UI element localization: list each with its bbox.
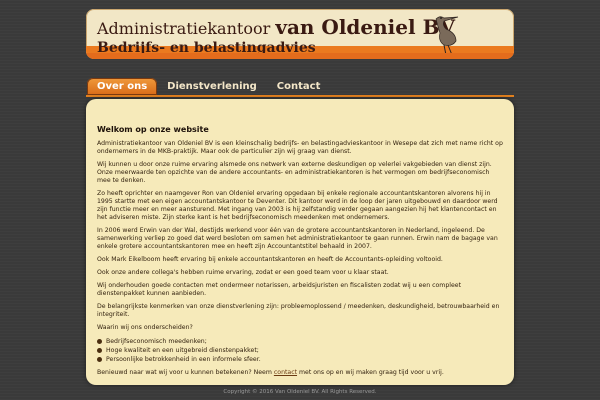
bullet-dot-icon [97,348,102,353]
nav-contact[interactable]: Contact [267,78,331,95]
footer-copyright: Copyright © 2016 Van Oldeniel BV. All Ri… [223,389,377,395]
paragraph-contacts: Wij onderhouden goede contacten met onde… [97,282,462,297]
paragraph-partner: In 2006 werd Erwin van der Wal, destijds… [97,227,498,250]
bullet-dot-icon [97,339,102,344]
site-title-small: Administratiekantoor [97,19,271,38]
site-title[interactable]: Administratiekantoor van Oldeniel BV [97,15,455,39]
paragraph-characteristics: De belangrijkste kenmerken van onze dien… [97,303,500,318]
heron-bird-icon [435,16,459,56]
list-item: Bedrijfseconomisch meedenken; [97,337,505,346]
paragraph-network: Wij kunnen u door onze ruime ervaring al… [97,161,492,184]
closing-text-after: met ons op en wij maken graag tijd voor … [297,369,444,376]
paragraph-intro: Administratiekantoor van Oldeniel BV is … [97,140,503,155]
site-subtitle: Bedrijfs- en belastingadvies [97,40,316,56]
paragraph-colleagues: Ook onze andere collega's hebben ruime e… [97,269,389,276]
feature-list: Bedrijfseconomisch meedenken; Hoge kwali… [97,337,505,364]
site-header: Administratiekantoor van Oldeniel BV Bed… [86,9,514,59]
closing-text-before: Benieuwd naar wat wij voor u kunnen bete… [97,369,274,376]
paragraph-distinguish: Waarin wij ons onderscheiden? [97,324,193,331]
main-content: Welkom op onze website Administratiekant… [86,99,514,385]
feature-text: Hoge kwaliteit en een uitgebreid dienste… [106,347,259,354]
feature-text: Bedrijfseconomisch meedenken; [106,338,207,345]
feature-text: Persoonlijke betrokkenheid in een inform… [106,356,261,363]
contact-link[interactable]: contact [274,369,297,376]
paragraph-mark: Ook Mark Eikelboom heeft ervaring bij en… [97,256,443,263]
nav-over-ons[interactable]: Over ons [87,78,158,95]
paragraph-founder: Zo heeft oprichter en naamgever Ron van … [97,190,498,221]
page-heading: Welkom op onze website [97,125,209,134]
paragraph-closing: Benieuwd naar wat wij voor u kunnen bete… [97,369,505,377]
nav-dienstverlening[interactable]: Dienstverlening [157,78,267,95]
list-item: Persoonlijke betrokkenheid in een inform… [97,355,505,364]
list-item: Hoge kwaliteit en een uitgebreid dienste… [97,346,505,355]
bullet-dot-icon [97,357,102,362]
main-navigation: Over ons Dienstverlening Contact [87,78,330,95]
nav-divider [86,95,514,97]
